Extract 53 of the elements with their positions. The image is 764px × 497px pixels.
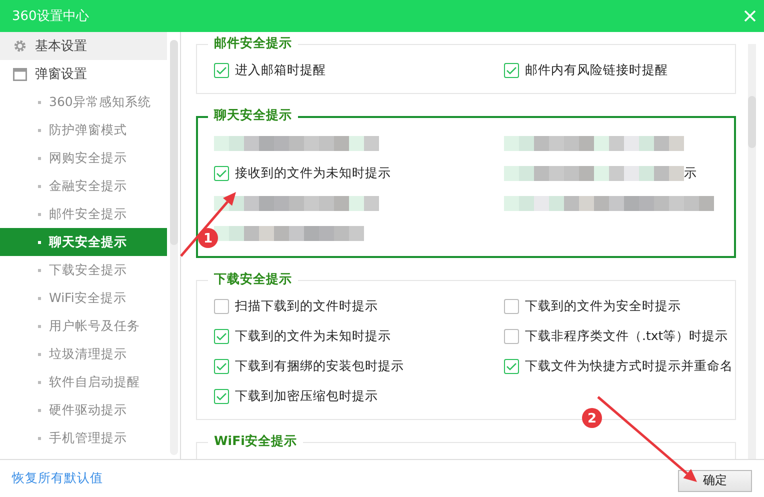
checkbox[interactable]	[214, 166, 229, 180]
checkbox-label[interactable]: 下载到有捆绑的安装包时提示	[235, 358, 404, 374]
sidebar-item[interactable]: 金融安全提示	[0, 172, 167, 200]
checkbox[interactable]	[504, 62, 519, 78]
checkbox-label[interactable]: 下载到加密压缩包时提示	[235, 388, 378, 404]
checkbox-label[interactable]: 下载到的文件为安全时提示	[525, 298, 681, 314]
checkbox[interactable]	[214, 328, 229, 344]
sidebar-item[interactable]: 邮件安全提示	[0, 200, 167, 228]
group-title: WiFi安全提示	[208, 433, 303, 450]
sidebar-item[interactable]: 聊天安全提示	[0, 228, 167, 256]
checkbox-label[interactable]: 下载文件为快捷方式时提示并重命名	[525, 358, 733, 374]
step-badge: 1	[198, 228, 218, 248]
checkbox-label[interactable]: 下载到的文件为未知时提示	[235, 328, 391, 344]
checkbox-label[interactable]: 下载非程序类文件（.txt等）时提示	[525, 328, 728, 344]
checkbox[interactable]	[214, 298, 229, 314]
scrollbar-thumb[interactable]	[748, 96, 756, 148]
window-icon	[13, 68, 27, 80]
ok-button[interactable]: 确定	[678, 470, 752, 492]
partial-text: 示	[684, 164, 697, 182]
sidebar-item[interactable]: 防护弹窗模式	[0, 116, 167, 144]
group-title: 邮件安全提示	[208, 35, 298, 52]
annotation-arrow	[180, 192, 236, 257]
sidebar-item[interactable]: 垃圾清理提示	[0, 340, 167, 368]
checkbox-label[interactable]: 进入邮箱时提醒	[235, 62, 326, 78]
group-title: 下载安全提示	[208, 271, 298, 288]
restore-defaults-link[interactable]: 恢复所有默认值	[12, 470, 103, 487]
sidebar-category[interactable]: 基本设置	[0, 32, 167, 60]
sidebar-category[interactable]: 弹窗设置	[0, 60, 167, 88]
checkbox[interactable]	[504, 328, 519, 344]
checkbox[interactable]	[214, 358, 229, 374]
checkbox-label[interactable]: 扫描下载到的文件时提示	[235, 298, 378, 314]
checkbox[interactable]	[504, 298, 519, 314]
sidebar-item[interactable]: 用户帐号及任务	[0, 312, 167, 340]
category-label: 弹窗设置	[35, 66, 87, 83]
sidebar-item[interactable]: 硬件驱动提示	[0, 396, 167, 424]
category-label: 基本设置	[35, 38, 87, 55]
group-title: 聊天安全提示	[208, 107, 298, 124]
checkbox[interactable]	[214, 388, 229, 404]
sidebar-item[interactable]: 360异常感知系统	[0, 88, 167, 116]
sidebar-item[interactable]: WiFi安全提示	[0, 284, 167, 312]
checkbox-label[interactable]: 邮件内有风险链接时提醒	[525, 62, 668, 78]
checkbox[interactable]	[214, 62, 229, 78]
scrollbar-thumb[interactable]	[170, 40, 178, 245]
step-badge: 2	[582, 408, 602, 428]
sidebar-item[interactable]: 软件自启动提醒	[0, 368, 167, 396]
close-icon[interactable]	[744, 10, 756, 22]
gear-icon	[13, 39, 27, 53]
sidebar-item[interactable]: 网购安全提示	[0, 144, 167, 172]
sidebar-item[interactable]: 手机管理提示	[0, 424, 167, 452]
checkbox-label[interactable]: 接收到的文件为未知时提示	[235, 164, 391, 182]
window-title: 360设置中心	[12, 8, 89, 25]
checkbox[interactable]	[504, 358, 519, 374]
sidebar-item[interactable]: 下载安全提示	[0, 256, 167, 284]
